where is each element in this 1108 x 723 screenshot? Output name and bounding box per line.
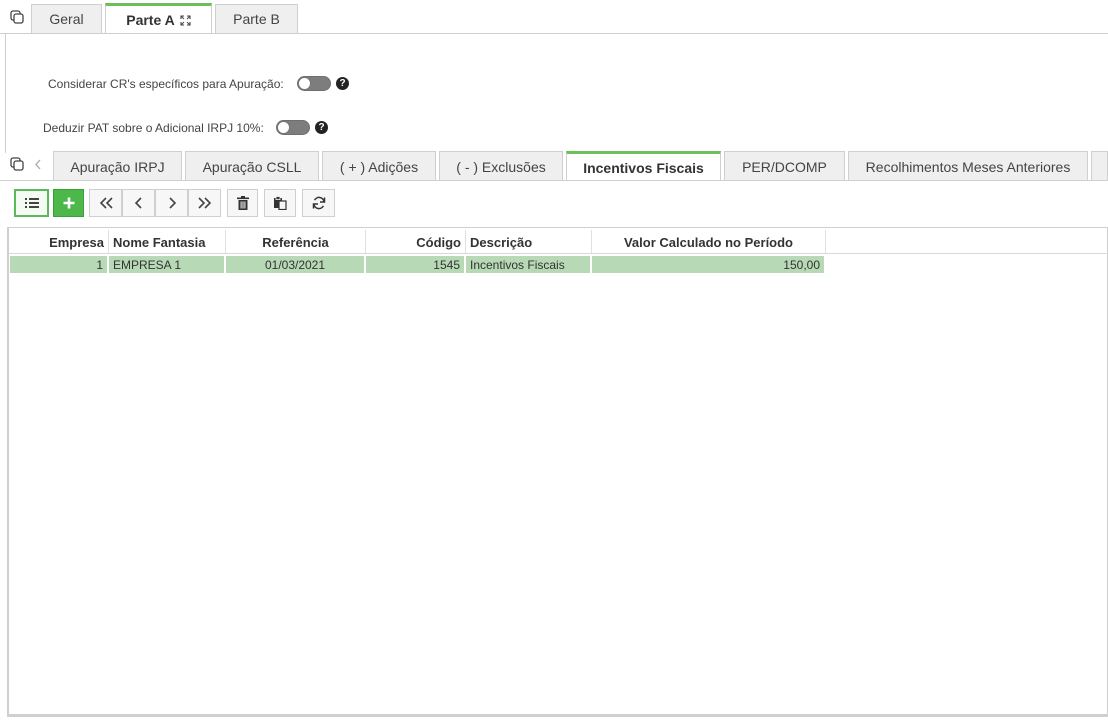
tab-incentivos-fiscais[interactable]: Incentivos Fiscais: [566, 151, 721, 181]
tab-label: Geral: [49, 11, 84, 27]
copy-icon[interactable]: [10, 157, 24, 171]
column-header-empresa[interactable]: Empresa: [9, 230, 109, 254]
tab-apuracao-irpj[interactable]: Apuração IRPJ: [53, 151, 182, 181]
tab-parte-b[interactable]: Parte B: [215, 4, 298, 33]
chevron-right-icon: [168, 197, 176, 209]
double-chevron-right-icon: [197, 197, 211, 209]
tab-parte-a[interactable]: Parte A: [105, 3, 212, 34]
column-header-referencia[interactable]: Referência: [226, 230, 366, 254]
tab-recolhimentos[interactable]: Recolhimentos Meses Anteriores: [848, 151, 1088, 181]
tab-divider: [0, 180, 1108, 181]
column-header-valor[interactable]: Valor Calculado no Período: [592, 230, 826, 254]
data-grid: [7, 227, 1108, 717]
last-record-button[interactable]: [188, 189, 221, 217]
pat-option-label: Deduzir PAT sobre o Adicional IRPJ 10%:: [43, 121, 264, 135]
expand-icon[interactable]: [180, 14, 191, 26]
pat-toggle[interactable]: [276, 120, 310, 135]
toggle-knob: [298, 77, 311, 90]
duplicate-button[interactable]: [264, 189, 296, 217]
cr-option-label: Considerar CR's específicos para Apuraçã…: [48, 77, 284, 91]
column-header-codigo[interactable]: Código: [366, 230, 466, 254]
refresh-icon: [312, 196, 325, 210]
cell-descricao[interactable]: Incentivos Fiscais: [466, 256, 592, 273]
add-button[interactable]: [53, 189, 84, 217]
trash-icon: [236, 196, 249, 210]
cell-referencia[interactable]: 01/03/2021: [226, 256, 366, 273]
column-header-nome-fantasia[interactable]: Nome Fantasia: [109, 230, 226, 254]
paste-icon: [274, 196, 287, 210]
toggle-knob: [277, 121, 290, 134]
tab-label: Parte A: [126, 12, 175, 28]
copy-icon[interactable]: [10, 10, 24, 24]
tab-per-dcomp[interactable]: PER/DCOMP: [724, 151, 845, 181]
delete-button[interactable]: [227, 189, 258, 217]
previous-record-button[interactable]: [122, 189, 155, 217]
cell-empresa[interactable]: 1: [10, 256, 109, 273]
plus-icon: [63, 197, 74, 209]
list-view-button[interactable]: [14, 189, 49, 217]
cell-codigo[interactable]: 1545: [366, 256, 466, 273]
cr-toggle[interactable]: [297, 76, 331, 91]
help-icon[interactable]: ?: [336, 77, 349, 90]
panel-border: [5, 33, 6, 153]
double-chevron-left-icon: [99, 197, 113, 209]
first-record-button[interactable]: [89, 189, 122, 217]
chevron-left-icon: [134, 197, 142, 209]
tab-apuracao-csll[interactable]: Apuração CSLL: [185, 151, 319, 181]
refresh-button[interactable]: [302, 189, 335, 217]
cell-valor[interactable]: 150,00: [592, 256, 826, 273]
chevron-left-icon[interactable]: [34, 159, 42, 170]
cell-nome-fantasia[interactable]: EMPRESA 1: [109, 256, 226, 273]
tab-overflow[interactable]: [1091, 151, 1108, 181]
tab-adicoes[interactable]: ( + ) Adições: [322, 151, 436, 181]
help-icon[interactable]: ?: [315, 121, 328, 134]
header-divider: [9, 253, 1108, 254]
tab-label: Parte B: [233, 11, 280, 27]
column-header-descricao[interactable]: Descrição: [466, 230, 592, 254]
tab-divider: [0, 33, 1108, 34]
next-record-button[interactable]: [155, 189, 188, 217]
list-icon: [24, 198, 39, 208]
tab-geral[interactable]: Geral: [31, 4, 102, 33]
tab-exclusoes[interactable]: ( - ) Exclusões: [439, 151, 563, 181]
